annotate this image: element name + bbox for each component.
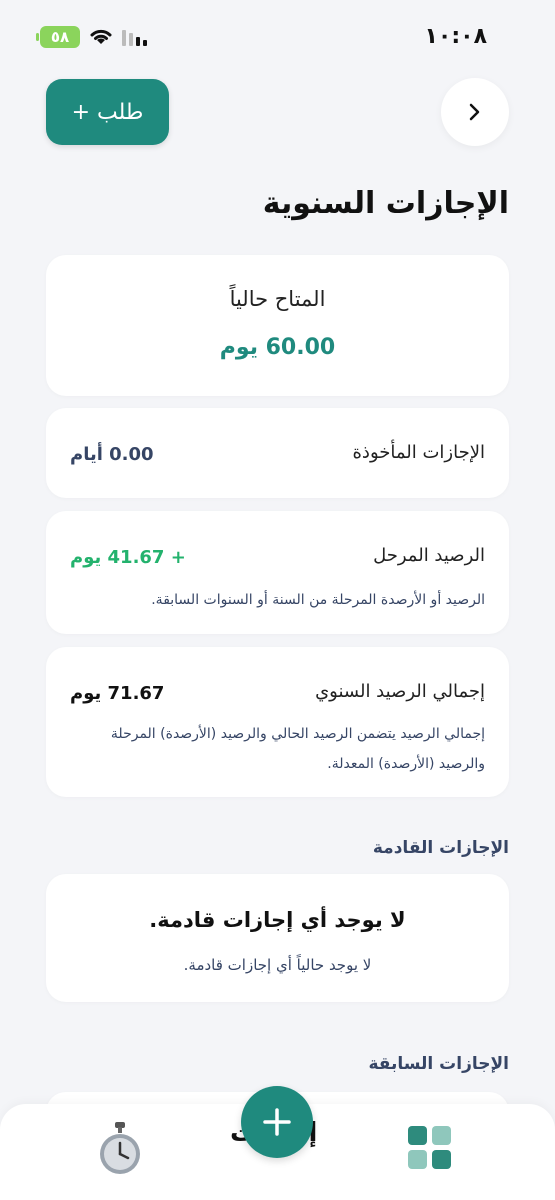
wifi-icon bbox=[90, 29, 112, 44]
carried-balance-card: الرصيد المرحل + 41.67 يوم الرصيد أو الأر… bbox=[46, 511, 509, 634]
signal-icon bbox=[122, 30, 147, 46]
upcoming-section-title: الإجازات القادمة bbox=[372, 838, 509, 858]
total-description: إجمالي الرصيد يتضمن الرصيد الحالي والرصي… bbox=[110, 726, 485, 772]
battery-level: ٥٨ bbox=[50, 28, 70, 46]
plus-icon bbox=[263, 1108, 291, 1136]
grid-icon[interactable] bbox=[408, 1126, 452, 1174]
carried-label: الرصيد المرحل bbox=[373, 545, 485, 566]
stopwatch-icon[interactable] bbox=[98, 1122, 142, 1180]
carried-value: + 41.67 يوم bbox=[70, 547, 186, 568]
taken-value: 0.00 أيام bbox=[70, 444, 154, 465]
total-balance-card: إجمالي الرصيد السنوي 71.67 يوم إجمالي ال… bbox=[46, 647, 509, 797]
upcoming-empty-card: لا يوجد أي إجازات قادمة. لا يوجد حالياً … bbox=[46, 874, 509, 1002]
available-label: المتاح حالياً bbox=[229, 287, 326, 311]
upcoming-empty-title: لا يوجد أي إجازات قادمة. bbox=[149, 908, 406, 932]
chevron-right-icon bbox=[469, 103, 480, 121]
add-button[interactable] bbox=[241, 1086, 313, 1158]
available-value: 60.00 يوم bbox=[219, 335, 336, 360]
page-title: الإجازات السنوية bbox=[262, 186, 509, 221]
status-bar: ٥٨ ١٠:٠٨ bbox=[0, 0, 555, 70]
total-value: 71.67 يوم bbox=[70, 683, 165, 704]
past-section-title: الإجازات السابقة bbox=[368, 1054, 509, 1074]
clock: ١٠:٠٨ bbox=[424, 24, 487, 49]
total-label: إجمالي الرصيد السنوي bbox=[315, 681, 485, 702]
available-balance-card: المتاح حالياً 60.00 يوم bbox=[46, 255, 509, 396]
back-button[interactable] bbox=[441, 78, 509, 146]
upcoming-empty-subtitle: لا يوجد حالياً أي إجازات قادمة. bbox=[183, 956, 372, 974]
taken-leaves-card: الإجازات المأخوذة 0.00 أيام bbox=[46, 408, 509, 498]
battery-icon: ٥٨ bbox=[36, 26, 80, 48]
taken-label: الإجازات المأخوذة bbox=[352, 442, 486, 463]
carried-description: الرصيد أو الأرصدة المرحلة من السنة أو ال… bbox=[151, 592, 485, 608]
new-request-button[interactable]: + طلب bbox=[46, 79, 169, 145]
